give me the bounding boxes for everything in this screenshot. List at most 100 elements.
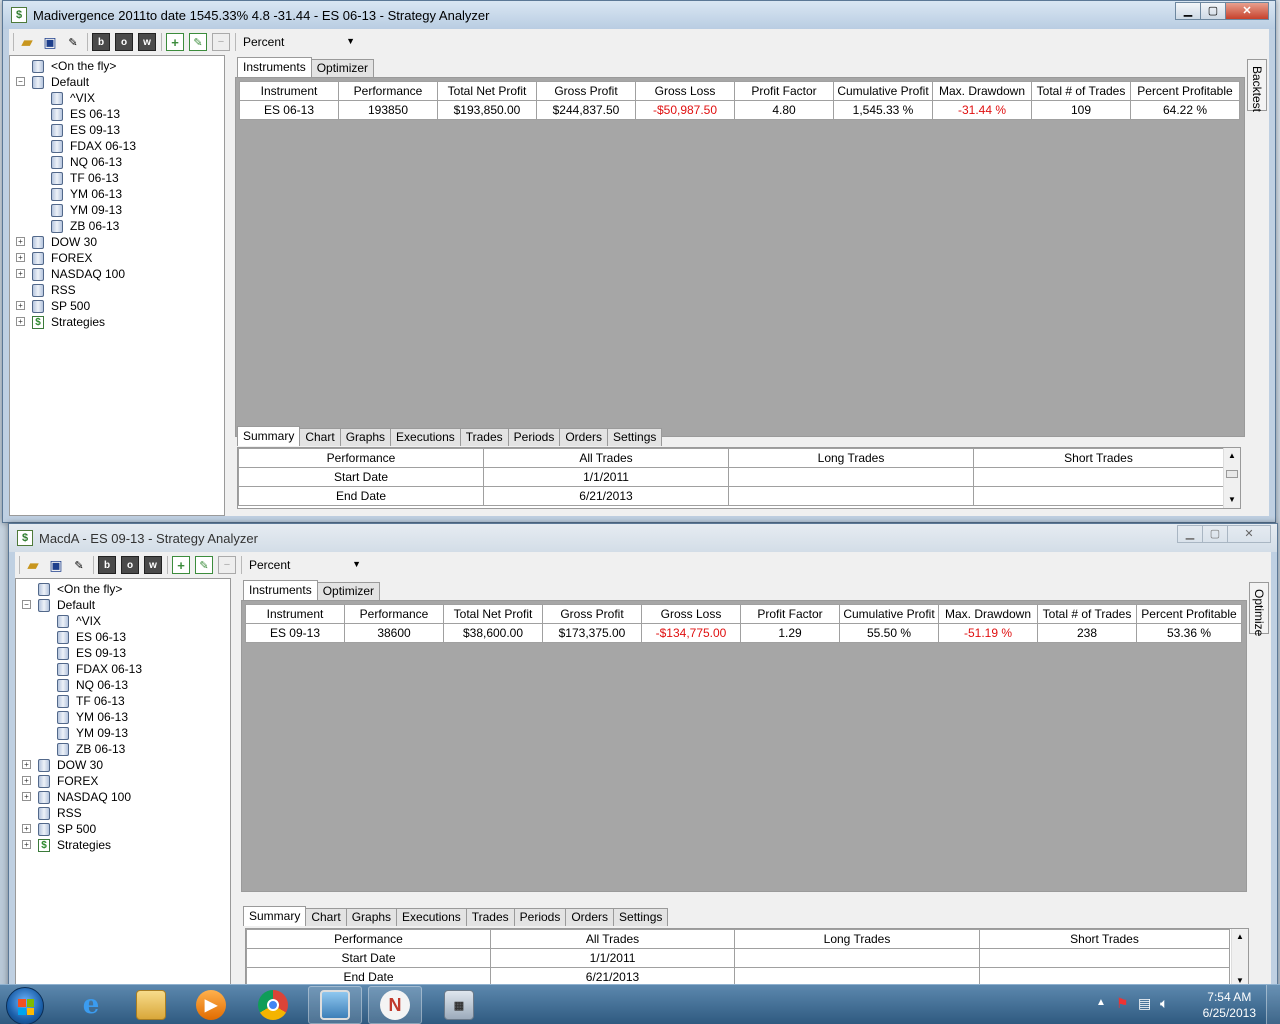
tab-orders[interactable]: Orders	[559, 428, 609, 446]
tab-chart[interactable]: Chart	[305, 908, 347, 926]
tab-settings[interactable]: Settings	[607, 428, 663, 446]
close-button[interactable]: ✕	[1225, 2, 1269, 20]
tree-item-instrument[interactable]: ES 06-13	[51, 106, 120, 122]
show-desktop-button[interactable]	[1266, 985, 1280, 1024]
collapse-icon[interactable]: −	[16, 77, 25, 86]
column-header[interactable]: Profit Factor	[740, 604, 840, 624]
column-header[interactable]: All Trades	[490, 929, 735, 949]
tab-backtest[interactable]: Backtest	[1247, 59, 1267, 112]
tree-item-default[interactable]: − Default	[16, 74, 89, 90]
start-button[interactable]	[6, 987, 44, 1024]
column-header[interactable]: Gross Loss	[641, 604, 741, 624]
tree-item-instrument[interactable]: YM 06-13	[57, 709, 128, 725]
tab-instruments[interactable]: Instruments	[237, 57, 312, 77]
column-header[interactable]: Performance	[344, 604, 444, 624]
chevron-down-icon[interactable]: ▼	[352, 559, 361, 569]
close-button[interactable]: ✕	[1227, 525, 1271, 543]
tree-item-instrument[interactable]: FDAX 06-13	[51, 138, 136, 154]
optimize-icon[interactable]: o	[121, 556, 139, 574]
column-header[interactable]: Performance	[238, 448, 484, 468]
taskbar-calculator[interactable]: ▦	[432, 986, 486, 1024]
column-header[interactable]: Short Trades	[979, 929, 1230, 949]
tree-item-instrument[interactable]: YM 06-13	[51, 186, 122, 202]
walk-forward-icon[interactable]: w	[144, 556, 162, 574]
expand-icon[interactable]: +	[22, 792, 31, 801]
table-row[interactable]: ES 06-13 193850 $193,850.00 $244,837.50 …	[239, 100, 1240, 120]
scroll-up-icon[interactable]: ▲	[1224, 448, 1240, 464]
save-icon[interactable]: ▣	[47, 556, 65, 574]
tree-item-instrument[interactable]: ES 09-13	[51, 122, 120, 138]
column-header[interactable]: Gross Profit	[542, 604, 642, 624]
display-mode-select[interactable]: Percent ▼	[240, 32, 360, 52]
column-header[interactable]: Profit Factor	[734, 81, 834, 101]
display-mode-select[interactable]: Percent ▼	[246, 555, 366, 575]
taskbar-file-explorer[interactable]	[124, 986, 178, 1024]
column-header[interactable]: Total Net Profit	[437, 81, 537, 101]
action-center-icon[interactable]: ⚑	[1116, 995, 1129, 1012]
column-header[interactable]: Instrument	[239, 81, 339, 101]
clock[interactable]: 7:54 AM 6/25/2013	[1203, 989, 1256, 1021]
minimize-button[interactable]: ▁	[1175, 2, 1201, 20]
tree-item-default[interactable]: − Default	[22, 597, 95, 613]
show-hidden-icons-icon[interactable]: ▲	[1096, 997, 1106, 1008]
tab-periods[interactable]: Periods	[507, 428, 561, 446]
tree-item-group[interactable]: + $ Strategies	[22, 837, 111, 853]
scroll-up-icon[interactable]: ▲	[1232, 929, 1248, 945]
tab-graphs[interactable]: Graphs	[345, 908, 398, 926]
edit-icon[interactable]: ✎	[195, 556, 213, 574]
tree-item-instrument[interactable]: NQ 06-13	[51, 154, 122, 170]
walk-forward-icon[interactable]: w	[138, 33, 156, 51]
open-folder-icon[interactable]: ▰	[18, 33, 36, 51]
tree-item-group[interactable]: + FOREX	[22, 773, 98, 789]
column-header[interactable]: Cumulative Profit	[839, 604, 939, 624]
column-header[interactable]: Instrument	[245, 604, 345, 624]
tab-graphs[interactable]: Graphs	[339, 428, 392, 446]
tree-item-group[interactable]: + NASDAQ 100	[16, 266, 125, 282]
column-header[interactable]: Total # of Trades	[1031, 81, 1131, 101]
tab-optimizer[interactable]: Optimizer	[310, 59, 375, 77]
taskbar-photo-viewer[interactable]	[308, 986, 362, 1024]
minimize-button[interactable]: ▁	[1177, 525, 1203, 543]
column-header[interactable]: Short Trades	[973, 448, 1224, 468]
tree-item-instrument[interactable]: TF 06-13	[57, 693, 125, 709]
column-header[interactable]: Performance	[246, 929, 491, 949]
column-header[interactable]: Gross Profit	[536, 81, 636, 101]
maximize-button[interactable]: ▢	[1202, 525, 1228, 543]
tree-item-on-the-fly[interactable]: <On the fly>	[32, 58, 116, 74]
tab-chart[interactable]: Chart	[299, 428, 341, 446]
chart-properties-icon[interactable]: ✎	[70, 556, 88, 574]
add-icon[interactable]: +	[172, 556, 190, 574]
vertical-scrollbar[interactable]: ▲ ▼	[1231, 929, 1248, 989]
expand-icon[interactable]: +	[22, 824, 31, 833]
column-header[interactable]: Total Net Profit	[443, 604, 543, 624]
tree-item-group[interactable]: + NASDAQ 100	[22, 789, 131, 805]
tree-item-instrument[interactable]: ZB 06-13	[57, 741, 125, 757]
column-header[interactable]: All Trades	[483, 448, 729, 468]
tab-orders[interactable]: Orders	[565, 908, 615, 926]
column-header[interactable]: Total # of Trades	[1037, 604, 1137, 624]
tree-item-group[interactable]: + SP 500	[22, 821, 96, 837]
tab-periods[interactable]: Periods	[513, 908, 567, 926]
chart-properties-icon[interactable]: ✎	[64, 33, 82, 51]
tree-item-group[interactable]: + $ Strategies	[16, 314, 105, 330]
backtest-icon[interactable]: b	[92, 33, 110, 51]
expand-icon[interactable]: +	[22, 760, 31, 769]
tab-summary[interactable]: Summary	[243, 906, 307, 926]
column-header[interactable]: Long Trades	[734, 929, 980, 949]
column-header[interactable]: Long Trades	[728, 448, 974, 468]
column-header[interactable]: Percent Profitable	[1136, 604, 1242, 624]
taskbar-ninjatrader[interactable]: N	[368, 986, 422, 1024]
tree-item-instrument[interactable]: FDAX 06-13	[57, 661, 142, 677]
title-bar[interactable]: $ MacdA - ES 09-13 - Strategy Analyzer ▁…	[9, 524, 1277, 552]
tree-item-instrument[interactable]: ES 06-13	[57, 629, 126, 645]
column-header[interactable]: Cumulative Profit	[833, 81, 933, 101]
backtest-icon[interactable]: b	[98, 556, 116, 574]
expand-icon[interactable]: +	[16, 237, 25, 246]
tab-trades[interactable]: Trades	[459, 428, 509, 446]
tree-item-group[interactable]: + DOW 30	[16, 234, 97, 250]
title-bar[interactable]: $ Madivergence 2011to date 1545.33% 4.8 …	[3, 1, 1275, 29]
table-row[interactable]: Start Date 1/1/2011	[238, 467, 1224, 487]
taskbar-internet-explorer[interactable]: e	[64, 986, 118, 1024]
network-icon[interactable]: ▤	[1138, 995, 1151, 1012]
tab-executions[interactable]: Executions	[390, 428, 461, 446]
